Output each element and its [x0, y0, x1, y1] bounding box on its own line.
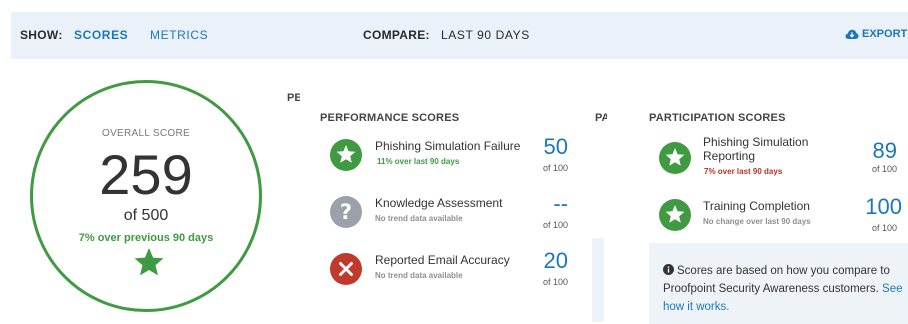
- question-icon: ?: [330, 196, 362, 228]
- score-item[interactable]: Training Completion No change over last …: [659, 194, 908, 240]
- cloud-download-icon: [845, 29, 859, 39]
- tab-metrics[interactable]: METRICS: [150, 28, 208, 42]
- star-icon: [134, 248, 164, 276]
- score-item-trend: No trend data available: [375, 271, 463, 280]
- compare-period-select[interactable]: LAST 90 DAYS: [441, 28, 530, 42]
- score-item-name: Phishing Simulation Reporting: [703, 135, 809, 163]
- score-item-value: 50: [543, 134, 568, 159]
- svg-text:?: ?: [340, 200, 352, 224]
- score-item[interactable]: Phishing Simulation Failure 11% over las…: [330, 134, 570, 180]
- star-check-icon: [330, 139, 362, 171]
- toolbar: SHOW: SCORES METRICS COMPARE: LAST 90 DA…: [11, 12, 908, 59]
- score-item[interactable]: Phishing Simulation Reporting 7% over la…: [659, 134, 908, 184]
- clipped-panel-heading: PA: [595, 112, 607, 124]
- x-circle-icon: [330, 253, 362, 285]
- score-item-name: Phishing Simulation Failure: [375, 139, 521, 153]
- export-button[interactable]: EXPORT: [845, 28, 907, 40]
- score-item[interactable]: Reported Email Accuracy No trend data av…: [330, 248, 570, 294]
- show-label: SHOW:: [20, 28, 63, 42]
- tab-scores[interactable]: SCORES: [74, 28, 128, 42]
- score-item-max: of 100: [871, 164, 897, 174]
- star-check-icon: [659, 142, 691, 174]
- score-item-trend: 11% over last 90 days: [377, 157, 460, 166]
- score-item-max: of 100: [871, 223, 897, 233]
- score-item-trend: 7% over last 90 days: [704, 167, 783, 176]
- overall-score-trend: 7% over previous 90 days: [78, 232, 214, 244]
- export-label: EXPORT: [862, 28, 908, 40]
- score-item-trend: No trend data available: [375, 214, 463, 223]
- overall-score-max: of 500: [123, 207, 169, 224]
- participation-scores-title: PARTICIPATION SCORES: [649, 112, 786, 124]
- clipped-panel-heading: PE: [287, 92, 300, 104]
- score-item-value: 100: [865, 194, 902, 219]
- star-check-icon: [659, 199, 691, 231]
- info-box: Scores are based on how you compare to P…: [649, 243, 908, 324]
- info-text: Scores are based on how you compare to P…: [663, 265, 890, 295]
- score-item-name: Knowledge Assessment: [375, 196, 503, 210]
- score-item[interactable]: ? Knowledge Assessment No trend data ava…: [330, 191, 570, 237]
- score-item-max: of 100: [542, 163, 568, 173]
- overall-score-value: 259: [99, 143, 193, 206]
- score-item-value: 89: [872, 138, 897, 163]
- score-item-trend: No change over last 90 days: [703, 217, 811, 226]
- info-icon: [663, 264, 674, 275]
- overall-score-label: OVERALL SCORE: [101, 128, 190, 139]
- overall-score-card: OVERALL SCORE 259 of 500 7% over previou…: [30, 80, 262, 312]
- compare-label: COMPARE:: [363, 28, 430, 42]
- score-item-max: of 100: [542, 220, 568, 230]
- score-item-value: --: [553, 191, 568, 216]
- score-item-name: Reported Email Accuracy: [375, 253, 510, 267]
- performance-scores-title: PERFORMANCE SCORES: [320, 112, 460, 124]
- clipped-panel-background: [592, 238, 604, 322]
- info-text-block: Scores are based on how you compare to P…: [663, 262, 903, 316]
- score-item-max: of 100: [542, 277, 568, 287]
- score-item-value: 20: [543, 248, 568, 273]
- score-item-name: Training Completion: [703, 199, 810, 213]
